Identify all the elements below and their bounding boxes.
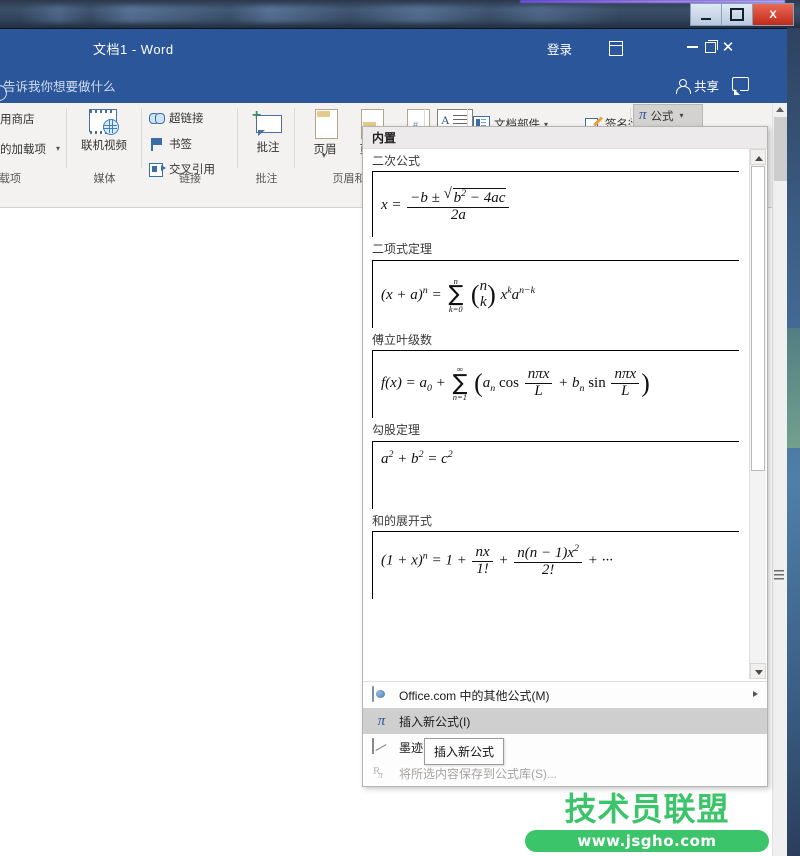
document-title: 文档1 - Word	[93, 42, 174, 57]
gallery-scrollbar[interactable]	[749, 149, 766, 679]
ink-equation-icon	[372, 737, 391, 756]
os-minimize-button[interactable]	[690, 3, 721, 26]
menu-item-insert-new-equation[interactable]: π 插入新公式(I)	[363, 708, 767, 734]
formula-pythagorean: a2 + b2 = c2	[381, 448, 453, 467]
pi-icon: π	[639, 107, 647, 123]
person-icon	[675, 78, 691, 94]
ribbon-group-media: 联机视频 媒体	[67, 103, 142, 188]
online-video-icon	[89, 109, 119, 135]
ribbon-group-label-links: 链接	[179, 173, 201, 185]
hyperlink-icon	[149, 111, 165, 126]
gallery-item-fourier-series[interactable]: 傅立叶级数 f(x) = a0 + ∞ ∑ n=1 (an cos nπx L + b…	[363, 328, 749, 419]
window-close-button[interactable]: ✕	[718, 37, 738, 57]
menu-item-label: 将所选内容保存到公式库(S)...	[399, 766, 557, 781]
ribbon-group-links: 超链接 书签 交叉引用 链接	[142, 103, 238, 188]
equation-button[interactable]: π 公式 ▾	[633, 104, 703, 126]
window-restore-button[interactable]	[700, 37, 720, 57]
ribbon-display-options-icon[interactable]	[606, 38, 626, 58]
formula-binomial: (x + a)n = n ∑ k=0 (n k) xkan−k	[381, 275, 536, 315]
bookmark-flag-icon	[149, 137, 165, 152]
menu-item-label: 插入新公式(I)	[399, 714, 471, 729]
gallery-list: 二次公式 x = −b ± b2 − 4ac 2a 二项式定理	[363, 149, 749, 599]
os-title-bar: X	[0, 0, 800, 29]
os-window-controls: X	[690, 3, 794, 26]
office-com-icon	[372, 685, 391, 704]
comment-icon[interactable]	[732, 77, 749, 95]
ribbon-item-label: 超链接	[169, 113, 204, 125]
ribbon-item-label: 书签	[169, 139, 192, 151]
sign-in-button[interactable]: 登录	[547, 39, 572, 58]
gallery-scrollbar-thumb[interactable]	[751, 166, 765, 471]
gallery-command-menu: Office.com 中的其他公式(M) π 插入新公式(I) 墨迹公式(K) …	[363, 681, 767, 786]
gallery-item-pythagorean-theorem[interactable]: 勾股定理 a2 + b2 = c2	[363, 418, 749, 509]
gallery-item-caption: 和的展开式	[372, 513, 433, 528]
menu-item-label: Office.com 中的其他公式(M)	[399, 688, 550, 703]
equation-gallery-dropdown: 内置 二次公式 x = −b ± b2 − 4ac 2a 二项式	[362, 126, 768, 787]
chevron-down-icon[interactable]: ▾	[56, 144, 60, 153]
ribbon-item-store[interactable]: 用商店	[0, 111, 35, 127]
os-close-button[interactable]: X	[752, 3, 794, 26]
formula-expansion: (1 + x)n = 1 + nx 1! + n(n − 1)x2 2! + ···	[381, 542, 613, 578]
gallery-item-preview[interactable]: f(x) = a0 + ∞ ∑ n=1 (an cos nπx L + bn sin …	[372, 350, 739, 419]
new-comment-icon: +	[252, 108, 283, 137]
header-icon	[310, 109, 340, 139]
watermark-url: www.jsgho.com	[525, 829, 769, 852]
ribbon-group-label-comments: 批注	[255, 173, 278, 185]
menu-item-office-com-equations[interactable]: Office.com 中的其他公式(M)	[363, 682, 767, 708]
chevron-down-icon[interactable]: ▾	[680, 111, 684, 120]
triangle-up-icon	[755, 156, 763, 161]
tell-me-placeholder: 告诉我你想要做什么	[3, 80, 116, 94]
scrollbar-thumb[interactable]	[774, 117, 787, 181]
gallery-section-header: 内置	[363, 127, 767, 149]
formula-quadratic: x = −b ± b2 − 4ac 2a	[381, 187, 511, 224]
ribbon-item-online-video[interactable]: 联机视频	[76, 109, 132, 153]
submenu-arrow-icon	[753, 691, 758, 697]
pi-icon: π	[377, 712, 386, 729]
window-minimize-button[interactable]	[682, 37, 702, 57]
word-title-bar: 文档1 - Word 登录 ✕	[0, 29, 787, 67]
ribbon-group-label-addins: 加载项	[0, 173, 21, 185]
gallery-item-caption: 二项式定理	[372, 242, 433, 257]
watermark: 技术员联盟 www.jsgho.com	[525, 790, 769, 852]
ribbon-item-label: 联机视频	[81, 140, 127, 152]
share-button[interactable]: 共享	[675, 76, 719, 95]
resize-grip[interactable]	[774, 570, 784, 580]
ribbon-item-my-addins[interactable]: 的加载项	[0, 141, 46, 157]
ribbon-item-new-comment[interactable]: + 批注	[240, 108, 296, 155]
triangle-down-icon	[755, 670, 763, 675]
os-maximize-button[interactable]	[721, 3, 752, 26]
ribbon-group-addins: 用商店 的加载项 ▾ 加载项	[0, 103, 67, 188]
save-to-gallery-icon: Rπ	[373, 764, 384, 781]
scroll-up-arrow-icon[interactable]	[776, 107, 784, 112]
gallery-item-preview[interactable]: a2 + b2 = c2	[372, 440, 739, 509]
tell-me-bar: 告诉我你想要做什么 共享	[0, 67, 787, 103]
equation-button-label: 公式	[650, 110, 674, 123]
gallery-scroll-down-button[interactable]	[750, 663, 766, 679]
ribbon-item-bookmark[interactable]: 书签	[149, 136, 192, 152]
gallery-item-preview[interactable]: (x + a)n = n ∑ k=0 (n k) xkan−k	[372, 259, 739, 328]
gallery-item-caption: 勾股定理	[372, 423, 421, 438]
share-label: 共享	[693, 80, 719, 94]
os-title-blurred-text	[20, 5, 620, 23]
chevron-down-icon[interactable]: ▾	[322, 151, 326, 160]
tell-me-input[interactable]: 告诉我你想要做什么	[0, 76, 116, 101]
gallery-item-preview[interactable]: (1 + x)n = 1 + nx 1! + n(n − 1)x2 2! + ···	[372, 530, 739, 599]
watermark-title: 技术员联盟	[564, 790, 730, 828]
desktop-background	[787, 28, 800, 856]
ribbon-group-comments: + 批注 批注	[238, 103, 295, 188]
gallery-item-quadratic-formula[interactable]: 二次公式 x = −b ± b2 − 4ac 2a	[363, 149, 749, 238]
ribbon-item-hyperlink[interactable]: 超链接	[149, 110, 204, 126]
gallery-scroll-up-button[interactable]	[750, 149, 766, 165]
ribbon-group-label-media: 媒体	[93, 173, 116, 185]
gallery-item-caption: 二次公式	[372, 154, 421, 168]
gallery-item-expansion-of-a-sum[interactable]: 和的展开式 (1 + x)n = 1 + nx 1! + n(n − 1)x2 2!…	[363, 509, 749, 599]
vertical-scrollbar[interactable]	[772, 103, 788, 856]
gallery-item-binomial-theorem[interactable]: 二项式定理 (x + a)n = n ∑ k=0 (n k) xkan−k	[363, 237, 749, 328]
gallery-item-preview[interactable]: x = −b ± b2 − 4ac 2a	[372, 171, 739, 238]
gallery-scroll-area[interactable]: 二次公式 x = −b ± b2 − 4ac 2a 二项式定理	[363, 149, 767, 679]
tooltip: 插入新公式	[424, 738, 505, 765]
ribbon-item-label: 批注	[256, 142, 280, 154]
formula-fourier: f(x) = a0 + ∞ ∑ n=1 (an cos nπx L + bn sin …	[381, 364, 650, 403]
gallery-item-caption: 傅立叶级数	[372, 332, 433, 347]
